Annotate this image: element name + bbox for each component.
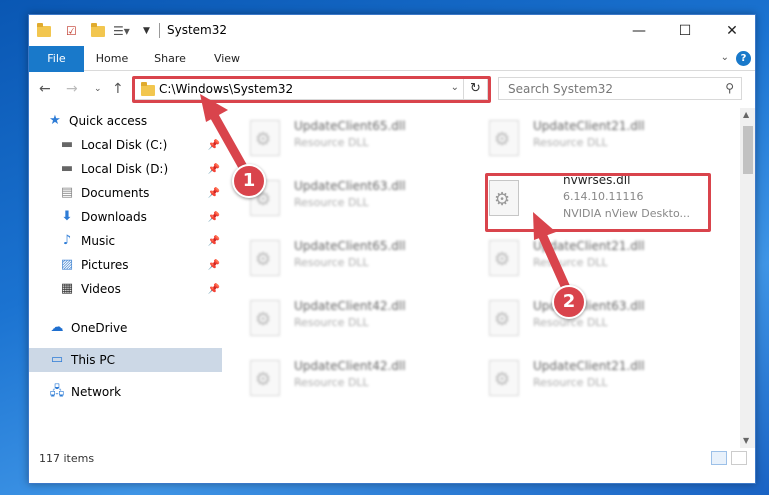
new-folder-icon[interactable]: [91, 22, 105, 40]
sidebar-item-pictures[interactable]: ▨ Pictures 📌: [59, 253, 222, 277]
pin-icon: 📌: [207, 187, 220, 199]
sidebar-item-documents[interactable]: ▤ Documents 📌: [59, 181, 222, 205]
file-item[interactable]: UpdateClient63.dll Resource DLL: [250, 176, 470, 222]
file-item[interactable]: UpdateClient21.dll Resource DLL: [489, 116, 709, 162]
dll-file-icon: [250, 120, 280, 156]
tab-share[interactable]: Share: [145, 46, 195, 71]
pictures-icon: ▨: [60, 257, 74, 272]
pin-icon: 📌: [207, 259, 220, 271]
pin-icon: 📌: [207, 163, 220, 175]
details-view-button[interactable]: [711, 451, 727, 465]
sidebar-item-network[interactable]: 🖧 Network: [49, 380, 222, 404]
item-count: 117 items: [39, 452, 95, 465]
title-separator: [159, 23, 160, 38]
sidebar-item-this-pc[interactable]: ▭ This PC: [29, 348, 222, 372]
window-title: System32: [167, 23, 228, 37]
file-item[interactable]: UpdateClient63.dll Resource DLL: [489, 296, 709, 342]
ribbon-tabs: File Home Share View ⌄ ?: [29, 46, 755, 92]
step-1-badge: 1: [232, 164, 266, 198]
help-icon[interactable]: ?: [736, 51, 751, 66]
tab-home[interactable]: Home: [87, 46, 137, 71]
search-input[interactable]: Search System32 ⚲: [498, 77, 742, 100]
close-button[interactable]: ✕: [709, 15, 755, 46]
dll-file-icon: [489, 300, 519, 336]
forward-button[interactable]: →: [66, 81, 78, 97]
vertical-scrollbar[interactable]: ▲ ▼: [740, 108, 755, 448]
scroll-up-icon[interactable]: ▲: [743, 110, 749, 119]
dll-file-icon: [489, 360, 519, 396]
large-icons-view-button[interactable]: [731, 451, 747, 465]
dll-file-icon: [489, 240, 519, 276]
recent-locations-icon[interactable]: ⌄: [94, 84, 102, 94]
up-button[interactable]: ↑: [112, 81, 124, 97]
properties-icon[interactable]: ☑: [66, 22, 77, 40]
scroll-thumb[interactable]: [743, 126, 753, 174]
navigation-pane: ★ Quick access ▬ Local Disk (C:) 📌 ▬ Loc…: [29, 108, 222, 438]
step-2-badge: 2: [552, 285, 586, 319]
file-item[interactable]: UpdateClient65.dll Resource DLL: [250, 116, 470, 162]
customize-toolbar-icon[interactable]: ☰▾: [113, 22, 130, 40]
network-icon: 🖧: [49, 384, 65, 399]
music-icon: ♪: [62, 233, 72, 248]
sidebar-item-quick-access[interactable]: ★ Quick access: [47, 109, 222, 133]
drive-icon: ▬: [60, 161, 74, 176]
cloud-icon: ☁: [50, 320, 64, 335]
drive-icon: ▬: [60, 137, 74, 152]
quick-access-folder-icon[interactable]: [37, 22, 51, 40]
dll-file-icon: [250, 300, 280, 336]
file-item[interactable]: UpdateClient21.dll Resource DLL: [489, 236, 709, 282]
download-icon: ⬇: [61, 209, 73, 224]
file-item[interactable]: UpdateClient42.dll Resource DLL: [250, 296, 470, 342]
file-list: UpdateClient65.dll Resource DLL UpdateCl…: [222, 108, 740, 438]
search-icon: ⚲: [725, 81, 734, 95]
file-item[interactable]: UpdateClient65.dll Resource DLL: [250, 236, 470, 282]
address-highlight-box: [132, 76, 491, 103]
back-button[interactable]: ←: [39, 81, 51, 97]
sidebar-item-videos[interactable]: ▦ Videos 📌: [59, 277, 222, 301]
file-item[interactable]: UpdateClient21.dll Resource DLL: [489, 356, 709, 402]
file-item[interactable]: UpdateClient42.dll Resource DLL: [250, 356, 470, 402]
pin-icon: 📌: [207, 211, 220, 223]
dll-file-icon: [489, 120, 519, 156]
sidebar-item-downloads[interactable]: ⬇ Downloads 📌: [59, 205, 222, 229]
search-placeholder: Search System32: [508, 82, 614, 96]
status-bar: 117 items: [29, 448, 755, 483]
dll-file-icon: [250, 240, 280, 276]
maximize-button[interactable]: ☐: [662, 15, 708, 46]
videos-icon: ▦: [60, 281, 74, 296]
quick-access-dropdown-icon[interactable]: ▼: [143, 22, 150, 40]
star-icon: ★: [49, 113, 61, 128]
documents-icon: ▤: [60, 185, 74, 200]
explorer-window: ☑ ☰▾ ▼ System32 — ☐ ✕ File Home Share Vi…: [28, 14, 756, 484]
dll-file-icon: [250, 360, 280, 396]
sidebar-item-local-disk-d[interactable]: ▬ Local Disk (D:) 📌: [59, 157, 222, 181]
sidebar-item-local-disk-c[interactable]: ▬ Local Disk (C:) 📌: [59, 133, 222, 157]
computer-icon: ▭: [50, 352, 64, 367]
minimize-button[interactable]: —: [616, 15, 662, 46]
sidebar-item-music[interactable]: ♪ Music 📌: [59, 229, 222, 253]
pin-icon: 📌: [207, 235, 220, 247]
expand-ribbon-chevron-icon[interactable]: ⌄: [721, 52, 729, 63]
pin-icon: 📌: [207, 139, 220, 151]
file-highlight-box: [485, 173, 711, 232]
scroll-down-icon[interactable]: ▼: [743, 436, 749, 445]
tab-view[interactable]: View: [202, 46, 252, 71]
sidebar-item-onedrive[interactable]: ☁ OneDrive: [49, 316, 222, 340]
pin-icon: 📌: [207, 283, 220, 295]
title-bar: ☑ ☰▾ ▼ System32 — ☐ ✕: [29, 15, 755, 46]
